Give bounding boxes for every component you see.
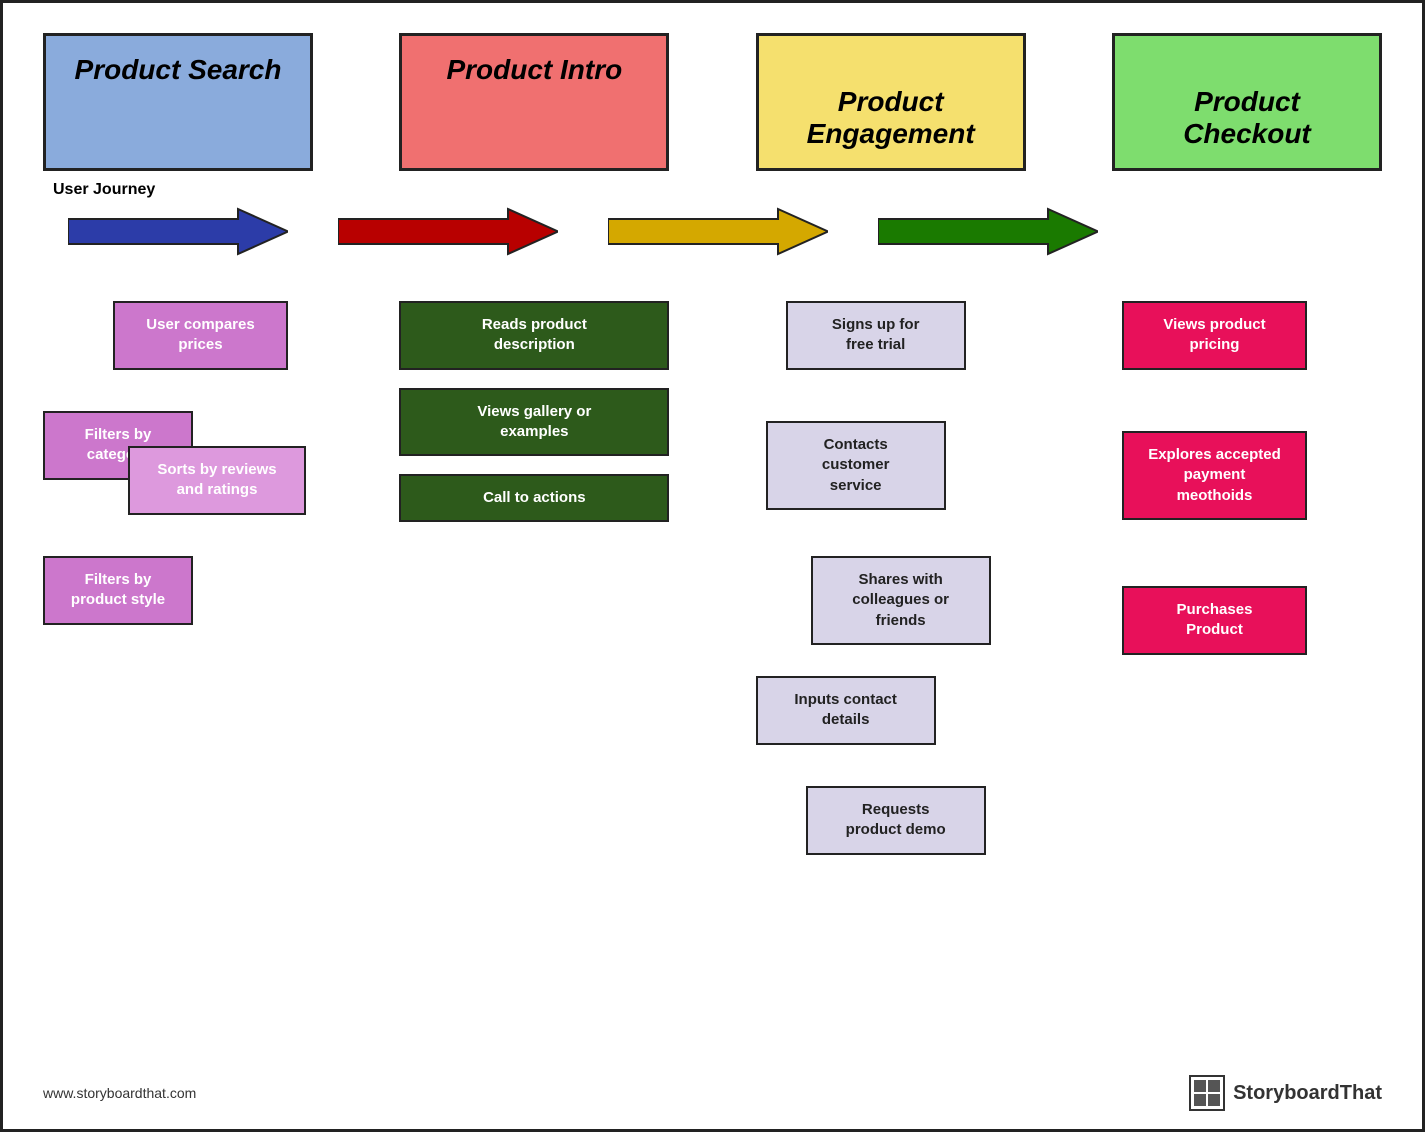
col-engagement: Signs up for free trial Contacts custome… — [756, 301, 1026, 901]
card-shares: Shares with colleagues or friends — [811, 556, 991, 645]
footer-logo: StoryboardThat — [1189, 1075, 1382, 1111]
card-contacts: Contacts customer service — [766, 421, 946, 510]
header-intro: Product Intro — [399, 33, 669, 171]
header-search: Product Search — [43, 33, 313, 171]
headers-row: Product Search Product Intro Product Eng… — [43, 33, 1382, 171]
col-search: User compares prices Filters by category… — [43, 301, 313, 701]
col-checkout: Views product pricing Explores accepted … — [1112, 301, 1382, 801]
card-explores: Explores accepted payment meothoids — [1122, 431, 1307, 520]
header-checkout: Product Checkout — [1112, 33, 1382, 171]
card-signs-up: Signs up for free trial — [786, 301, 966, 370]
arrow-intro-icon — [338, 204, 558, 259]
storyboardthat-icon — [1189, 1075, 1225, 1111]
arrow-search — [43, 204, 313, 259]
card-sorts: Sorts by reviews and ratings — [128, 446, 306, 515]
footer: www.storyboardthat.com StoryboardThat — [43, 1075, 1382, 1111]
arrow-checkout-icon — [878, 204, 1098, 259]
columns-wrapper: User compares prices Filters by category… — [43, 301, 1382, 901]
main-container: Product Search Product Intro Product Eng… — [3, 3, 1422, 1129]
header-engagement: Product Engagement — [756, 33, 1026, 171]
card-call-to: Call to actions — [399, 474, 669, 522]
arrow-checkout — [853, 204, 1123, 259]
card-reads: Reads product description — [399, 301, 669, 370]
card-views-pricing: Views product pricing — [1122, 301, 1307, 370]
arrow-engagement — [583, 204, 853, 259]
card-inputs: Inputs contact details — [756, 676, 936, 745]
arrow-intro — [313, 204, 583, 259]
card-purchases: Purchases Product — [1122, 586, 1307, 655]
user-journey-label: User Journey — [53, 181, 155, 199]
card-views-gallery: Views gallery or examples — [399, 388, 669, 457]
card-filters-style: Filters by product style — [43, 556, 193, 625]
card-user-compares: User compares prices — [113, 301, 288, 370]
card-requests: Requests product demo — [806, 786, 986, 855]
footer-url: www.storyboardthat.com — [43, 1085, 196, 1101]
arrow-search-icon — [68, 204, 288, 259]
arrow-engagement-icon — [608, 204, 828, 259]
col-intro: Reads product description Views gallery … — [399, 301, 669, 522]
arrows-row: User Journey — [43, 201, 1382, 261]
